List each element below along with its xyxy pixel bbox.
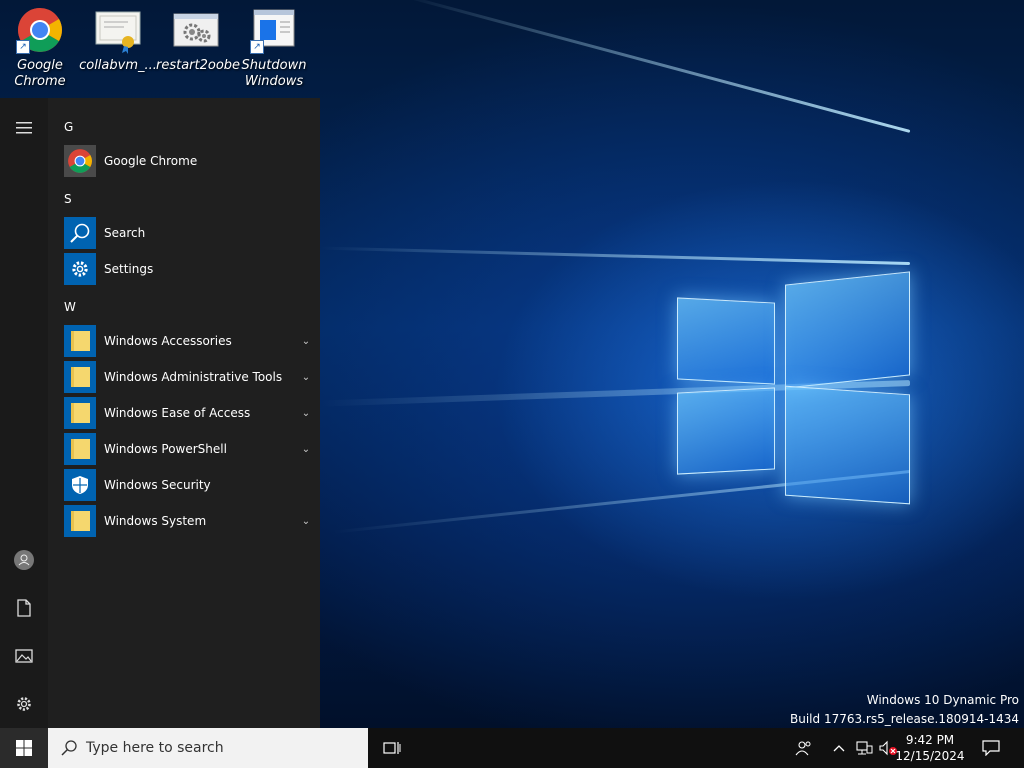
app-label: Search <box>104 226 146 240</box>
hamburger-menu-icon[interactable] <box>0 104 48 152</box>
system-clock[interactable]: 9:42 PM 12/15/2024 <box>894 732 966 764</box>
search-placeholder: Type here to search <box>86 740 224 756</box>
desktop-icon-label: Windows <box>244 74 304 89</box>
pictures-icon[interactable] <box>0 632 48 680</box>
taskbar-search-box[interactable]: Type here to search <box>48 728 368 768</box>
document-icon[interactable] <box>0 584 48 632</box>
app-search[interactable]: Search <box>64 217 314 249</box>
chevron-up-icon[interactable] <box>828 728 850 768</box>
app-label: Windows Security <box>104 478 211 492</box>
search-icon <box>61 740 77 756</box>
chevron-down-icon[interactable]: ⌄ <box>298 336 314 347</box>
app-windows-ease-of-access[interactable]: Windows Ease of Access ⌄ <box>64 397 314 429</box>
chevron-down-icon[interactable]: ⌄ <box>298 516 314 527</box>
group-letter-s[interactable]: S <box>64 192 72 206</box>
app-label: Windows System <box>104 514 207 528</box>
folder-icon <box>64 433 96 465</box>
clock-date: 12/15/2024 <box>895 749 965 763</box>
chevron-down-icon[interactable]: ⌄ <box>298 408 314 419</box>
desktop-icon-collabvm[interactable]: collabvm_... <box>78 4 158 74</box>
shortcut-arrow-icon: ↗ <box>16 40 30 54</box>
user-icon[interactable] <box>0 536 48 584</box>
app-windows-accessories[interactable]: Windows Accessories ⌄ <box>64 325 314 357</box>
desktop-icon-label: Chrome <box>14 74 66 89</box>
people-icon[interactable] <box>790 728 818 768</box>
shield-icon <box>64 469 96 501</box>
desktop-icon-shutdown-windows[interactable]: ↗ Shutdown Windows <box>234 4 314 90</box>
folder-icon <box>64 325 96 357</box>
wallpaper-beam <box>320 246 911 265</box>
app-label: Windows Accessories <box>104 334 232 348</box>
app-label: Windows Ease of Access <box>104 406 251 420</box>
app-label: Settings <box>104 262 154 276</box>
windows-logo-icon <box>16 740 32 756</box>
window-icon: ↗ <box>250 6 298 54</box>
gears-icon <box>172 6 220 54</box>
certificate-icon <box>94 6 142 54</box>
app-windows-powershell[interactable]: Windows PowerShell ⌄ <box>64 433 314 465</box>
chrome-icon <box>64 145 96 177</box>
app-label: Google Chrome <box>104 154 198 168</box>
group-letter-g[interactable]: G <box>64 120 73 134</box>
app-settings[interactable]: Settings <box>64 253 314 285</box>
desktop-icon-label: restart2oobe <box>156 58 241 73</box>
windows-edition-watermark: Windows 10 Dynamic Pro <box>866 693 1019 707</box>
taskbar: Type here to search 9:42 PM 12/15/2024 <box>0 728 1024 768</box>
clock-time: 9:42 PM <box>905 733 955 747</box>
app-label: Windows Administrative Tools <box>104 370 283 384</box>
start-menu-rail <box>0 98 48 728</box>
folder-icon <box>64 505 96 537</box>
desktop-icon-label: Shutdown <box>241 58 307 73</box>
windows-build-watermark: Build 17763.rs5_release.180914-1434 <box>790 712 1019 726</box>
wallpaper-logo-pane <box>785 385 910 505</box>
wallpaper-logo-pane <box>677 297 775 385</box>
chevron-down-icon[interactable]: ⌄ <box>298 372 314 383</box>
shortcut-arrow-icon: ↗ <box>250 40 264 54</box>
group-letter-w[interactable]: W <box>64 300 76 314</box>
app-google-chrome[interactable]: Google Chrome <box>64 145 314 177</box>
start-button[interactable] <box>0 728 48 768</box>
desktop-icon-google-chrome[interactable]: ↗ Google Chrome <box>0 4 80 90</box>
wallpaper-beam <box>397 0 911 133</box>
chrome-icon: ↗ <box>16 6 64 54</box>
folder-icon <box>64 361 96 393</box>
start-menu: G Google Chrome S Search Settings W Wind… <box>0 98 320 728</box>
gear-icon <box>64 253 96 285</box>
app-windows-system[interactable]: Windows System ⌄ <box>64 505 314 537</box>
app-windows-administrative-tools[interactable]: Windows Administrative Tools ⌄ <box>64 361 314 393</box>
app-label: Windows PowerShell <box>104 442 227 456</box>
wallpaper-logo-pane <box>677 387 775 475</box>
search-icon <box>64 217 96 249</box>
desktop-icon-label: collabvm_... <box>79 58 157 73</box>
action-center-icon[interactable] <box>976 728 1006 768</box>
desktop-icon-restart2oobe[interactable]: restart2oobe <box>156 4 241 74</box>
folder-icon <box>64 397 96 429</box>
app-windows-security[interactable]: Windows Security <box>64 469 314 501</box>
network-icon[interactable] <box>852 728 876 768</box>
chevron-down-icon[interactable]: ⌄ <box>298 444 314 455</box>
task-view-icon[interactable] <box>376 728 408 768</box>
wallpaper-logo-pane <box>785 271 910 389</box>
desktop-icon-label: Google <box>17 58 63 73</box>
gear-icon[interactable] <box>0 680 48 728</box>
